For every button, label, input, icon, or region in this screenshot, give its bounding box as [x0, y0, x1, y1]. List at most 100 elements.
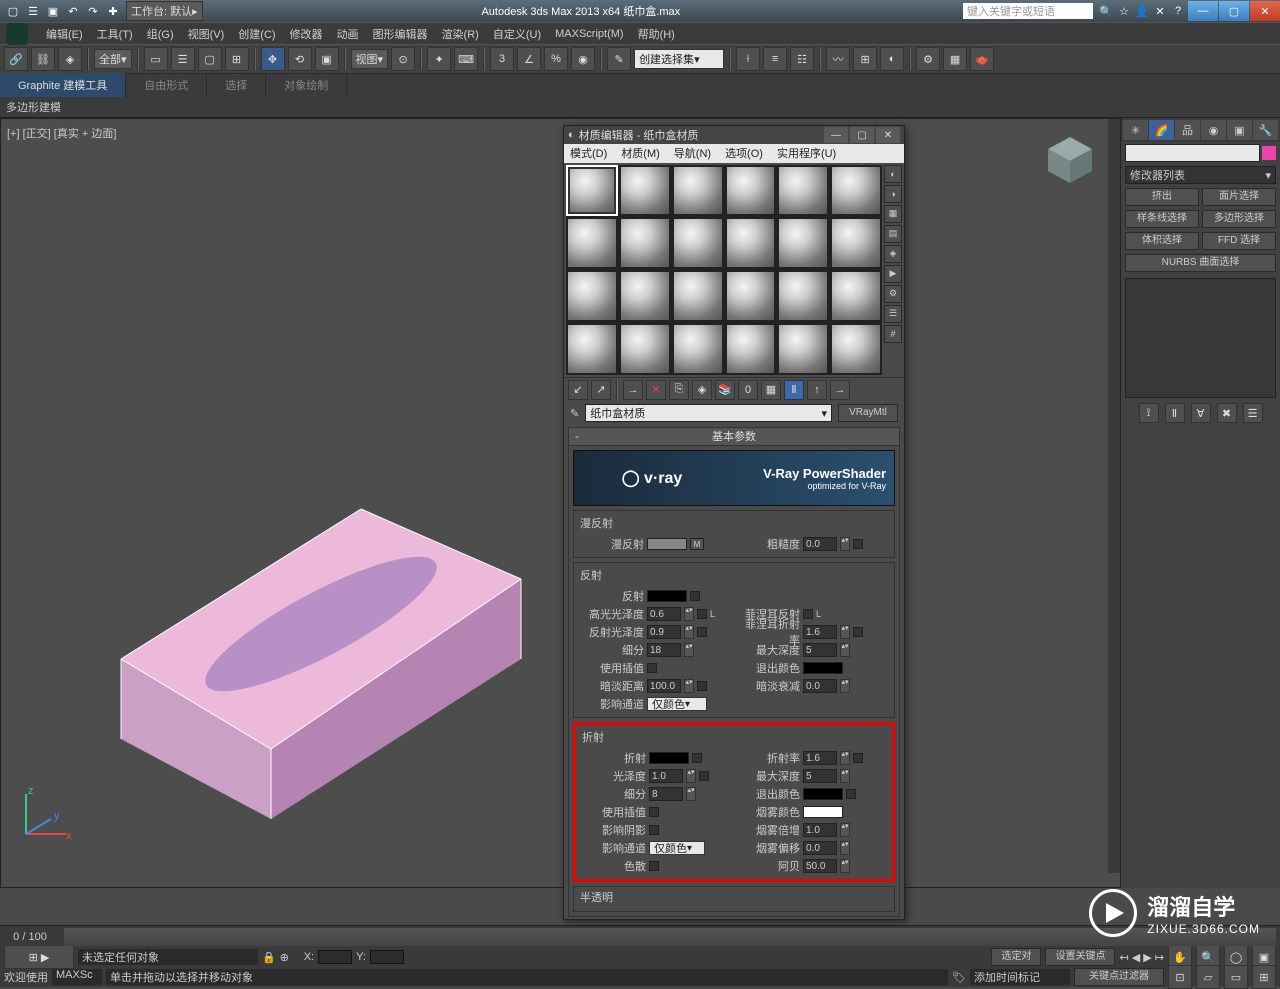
- keyboard-icon[interactable]: ⌨: [454, 47, 478, 71]
- snap-angle-icon[interactable]: ∠: [517, 47, 541, 71]
- cp-tab-utility[interactable]: 🔧: [1253, 120, 1278, 140]
- menu-customize[interactable]: 自定义(U): [493, 26, 541, 42]
- snap2d-icon[interactable]: 3: [490, 47, 514, 71]
- btn-vol-sel[interactable]: 体积选择: [1125, 232, 1199, 250]
- hgloss-spinner[interactable]: 0.6: [647, 607, 681, 621]
- options-icon[interactable]: ⚙: [884, 285, 902, 303]
- refrexit-swatch[interactable]: [803, 788, 843, 800]
- material-slot[interactable]: [725, 270, 777, 322]
- app-icon[interactable]: [6, 23, 28, 45]
- me-menu-util[interactable]: 实用程序(U): [777, 145, 836, 161]
- save-icon[interactable]: ▣: [44, 2, 62, 20]
- show-end-icon[interactable]: Ⅱ: [1165, 403, 1185, 423]
- btn-spline-sel[interactable]: 样条线选择: [1125, 210, 1199, 228]
- material-slot[interactable]: [725, 323, 777, 375]
- rexit-swatch[interactable]: [803, 662, 843, 674]
- render-frame-icon[interactable]: ▦: [943, 47, 967, 71]
- unique-icon[interactable]: ∀: [1191, 403, 1211, 423]
- remove-mod-icon[interactable]: ✖: [1217, 403, 1237, 423]
- matid-icon[interactable]: #: [884, 325, 902, 343]
- dispersion-check[interactable]: [649, 861, 659, 871]
- bind-icon[interactable]: ◈: [58, 47, 82, 71]
- y-field[interactable]: [370, 950, 404, 964]
- diffuse-map-slot[interactable]: M: [690, 538, 704, 550]
- material-slot[interactable]: [830, 165, 882, 217]
- refrmaxdep-spinner[interactable]: 5: [803, 769, 837, 783]
- pick-mat-icon[interactable]: ✎: [570, 407, 579, 420]
- modifier-list-combo[interactable]: 修改器列表▾: [1125, 166, 1276, 184]
- material-slot[interactable]: [566, 270, 618, 322]
- select-rect-icon[interactable]: ▢: [198, 47, 222, 71]
- ribbon-tab-freeform[interactable]: 自由形式: [126, 73, 207, 97]
- me-menu-nav[interactable]: 导航(N): [674, 145, 711, 161]
- dimfall-spinner[interactable]: 0.0: [803, 679, 837, 693]
- material-slot[interactable]: [566, 165, 618, 217]
- menu-maxscript[interactable]: MAXScript(M): [555, 28, 623, 40]
- maximize-button[interactable]: ▢: [1219, 1, 1249, 21]
- refcoord-combo[interactable]: 视图 ▾: [351, 49, 389, 69]
- search-go-icon[interactable]: 🔍: [1097, 2, 1115, 20]
- menu-modifiers[interactable]: 修改器: [290, 26, 323, 42]
- align-icon[interactable]: ≡: [763, 47, 787, 71]
- rinterp-check[interactable]: [647, 663, 657, 673]
- btn-nurbs-sel[interactable]: NURBS 曲面选择: [1125, 254, 1276, 272]
- object-name-field[interactable]: [1125, 144, 1260, 162]
- material-name-field[interactable]: 纸巾盒材质▾: [585, 404, 832, 422]
- modifier-stack[interactable]: [1125, 278, 1276, 398]
- scale-icon[interactable]: ▣: [315, 47, 339, 71]
- help-search[interactable]: 键入关键字或短语: [963, 3, 1093, 19]
- diffuse-swatch[interactable]: [647, 538, 687, 550]
- matid-channel-icon[interactable]: 0: [738, 380, 758, 400]
- ribbon-tab-select[interactable]: 选择: [207, 73, 266, 97]
- sample-type-icon[interactable]: ◐: [884, 165, 902, 183]
- schematic-icon[interactable]: ⊞: [853, 47, 877, 71]
- mirror-icon[interactable]: ⟊: [736, 47, 760, 71]
- fogbias-spinner[interactable]: 0.0: [803, 841, 837, 855]
- ribbon-tab-paint[interactable]: 对象绘制: [266, 73, 347, 97]
- menu-render[interactable]: 渲染(R): [442, 26, 479, 42]
- material-slot[interactable]: [566, 323, 618, 375]
- material-slot[interactable]: [777, 270, 829, 322]
- workspace-combo[interactable]: 工作台: 默认 ▸: [126, 1, 203, 21]
- material-slot[interactable]: [619, 165, 671, 217]
- new-icon[interactable]: ▢: [4, 2, 22, 20]
- preview-icon[interactable]: ▶: [884, 265, 902, 283]
- key-filters-button[interactable]: 关键点过滤器: [1074, 968, 1164, 986]
- nav-fov-icon[interactable]: ▱: [1196, 965, 1220, 989]
- link-icon[interactable]: 🔗: [4, 47, 28, 71]
- menu-help[interactable]: 帮助(H): [638, 26, 675, 42]
- selection-filter[interactable]: 全部 ▾: [94, 49, 132, 69]
- material-type-button[interactable]: VRayMtl: [838, 404, 898, 422]
- me-menu-mode[interactable]: 模式(D): [570, 145, 607, 161]
- help-icon[interactable]: ?: [1169, 2, 1187, 20]
- show-endresult-icon[interactable]: Ⅱ: [784, 380, 804, 400]
- pivot-icon[interactable]: ⊙: [391, 47, 415, 71]
- btn-patch-sel[interactable]: 面片选择: [1202, 188, 1276, 206]
- material-slot[interactable]: [672, 323, 724, 375]
- object-color-swatch[interactable]: [1262, 146, 1276, 160]
- snap-percent-icon[interactable]: %: [544, 47, 568, 71]
- refraffch-combo[interactable]: 仅颜色▾: [649, 841, 705, 855]
- make-copy-icon[interactable]: ⎘: [669, 380, 689, 400]
- material-slot[interactable]: [566, 217, 618, 269]
- material-slot[interactable]: [619, 217, 671, 269]
- ribbon-tab-graphite[interactable]: Graphite 建模工具: [0, 73, 126, 97]
- menu-graph[interactable]: 图形编辑器: [373, 26, 428, 42]
- cp-tab-motion[interactable]: ◉: [1201, 120, 1226, 140]
- cp-tab-modify[interactable]: 🌈: [1149, 120, 1174, 140]
- exchange-icon[interactable]: ✕: [1151, 2, 1169, 20]
- showmap-icon[interactable]: ▦: [761, 380, 781, 400]
- assign-mat-icon[interactable]: →: [623, 380, 643, 400]
- material-slot[interactable]: [830, 217, 882, 269]
- roughness-spinner[interactable]: 0.0: [803, 537, 837, 551]
- menu-edit[interactable]: 编辑(E): [46, 26, 83, 42]
- reflect-swatch[interactable]: [647, 590, 687, 602]
- menu-create[interactable]: 创建(C): [238, 26, 275, 42]
- menu-group[interactable]: 组(G): [147, 26, 174, 42]
- pin-stack-icon[interactable]: ⟟: [1139, 403, 1159, 423]
- x-field[interactable]: [318, 950, 352, 964]
- refrsubdiv-spinner[interactable]: 8: [649, 787, 683, 801]
- rgloss-spinner[interactable]: 0.9: [647, 625, 681, 639]
- backlight-icon[interactable]: ◑: [884, 185, 902, 203]
- reset-mat-icon[interactable]: ✕: [646, 380, 666, 400]
